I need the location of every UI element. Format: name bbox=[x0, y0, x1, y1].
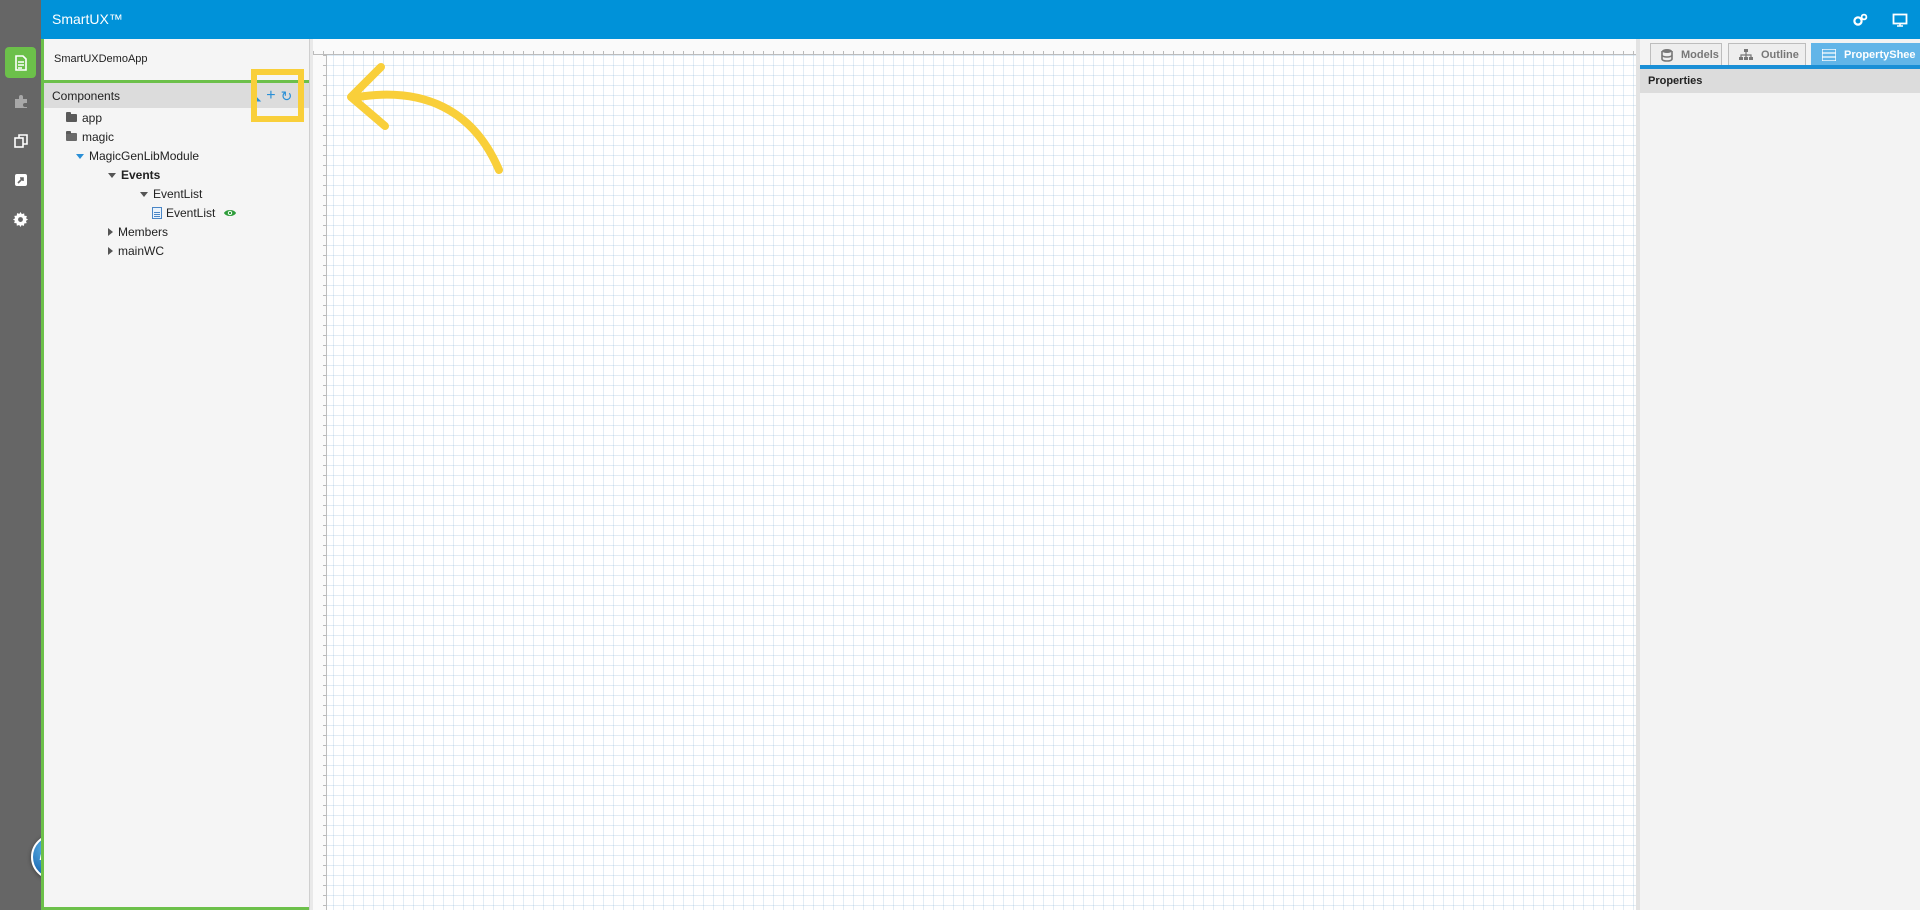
properties-title: Properties bbox=[1648, 75, 1703, 87]
tree-item-events[interactable]: Events bbox=[108, 166, 160, 184]
components-title: Components bbox=[52, 89, 121, 103]
left-rail: magic bbox=[0, 0, 77, 910]
tree-item-eventlist-folder[interactable]: EventList bbox=[140, 185, 202, 203]
folder-icon bbox=[66, 112, 77, 122]
tab-label: Outline bbox=[1761, 48, 1799, 61]
copy-icon bbox=[13, 133, 28, 148]
caret-down-icon bbox=[140, 191, 148, 197]
folder-open-icon bbox=[66, 131, 77, 141]
tab-models[interactable]: Models bbox=[1650, 43, 1722, 65]
pages-icon bbox=[14, 54, 27, 71]
tree-item-label: EventList bbox=[153, 187, 203, 201]
tree-item-label: mainWC bbox=[118, 244, 165, 258]
tree-item-app[interactable]: app bbox=[66, 109, 102, 127]
design-canvas[interactable] bbox=[313, 39, 1636, 910]
tree-item-mainwc[interactable]: mainWC bbox=[108, 242, 164, 260]
tree-item-label: EventList bbox=[166, 206, 216, 220]
properties-header: Properties bbox=[1640, 69, 1920, 93]
tree-item-label: app bbox=[82, 111, 103, 125]
tree-item-magicgenlibmodule[interactable]: MagicGenLibModule bbox=[76, 147, 199, 165]
components-panel: SmartUXDemoApp Components ◣ + ↻ app magi… bbox=[41, 39, 309, 910]
smartux-window: magic SmartUX™ SmartUXDemoApp Components… bbox=[0, 0, 1920, 910]
tree-item-label: magic bbox=[82, 130, 115, 144]
cogs-button[interactable] bbox=[1852, 12, 1868, 28]
export-icon bbox=[14, 173, 27, 186]
monitor-button[interactable] bbox=[1892, 12, 1908, 28]
rail-components-button[interactable] bbox=[5, 85, 36, 116]
rail-settings-button[interactable] bbox=[5, 204, 36, 235]
caret-right-icon bbox=[108, 247, 113, 255]
caret-right-icon bbox=[108, 228, 113, 236]
file-icon bbox=[152, 207, 162, 219]
database-icon bbox=[1661, 48, 1673, 62]
tree-item-members[interactable]: Members bbox=[108, 223, 168, 241]
top-header: SmartUX™ bbox=[41, 0, 1920, 39]
project-name: SmartUXDemoApp bbox=[54, 53, 148, 65]
caret-down-icon bbox=[76, 153, 84, 159]
list-icon bbox=[1822, 48, 1836, 61]
monitor-icon bbox=[1892, 13, 1908, 27]
app-title: SmartUX™ bbox=[52, 11, 123, 27]
tab-label: Models bbox=[1681, 48, 1719, 61]
property-tabs: Models Outline PropertyShee bbox=[1640, 43, 1920, 69]
tree-item-label: Events bbox=[121, 168, 161, 182]
eye-icon[interactable] bbox=[223, 208, 237, 218]
rail-export-button[interactable] bbox=[5, 164, 36, 195]
sitemap-icon bbox=[1739, 48, 1753, 60]
gear-icon bbox=[13, 212, 28, 227]
tab-propertysheet[interactable]: PropertyShee bbox=[1811, 43, 1920, 65]
tab-label: PropertyShee bbox=[1844, 48, 1916, 61]
rail-copy-button[interactable] bbox=[5, 125, 36, 156]
caret-down-icon bbox=[108, 172, 116, 178]
tree-item-magic[interactable]: magic bbox=[66, 128, 114, 146]
property-panel: Models Outline PropertyShee Properties bbox=[1636, 39, 1920, 910]
puzzle-icon bbox=[14, 94, 27, 108]
tree-item-eventlist-file[interactable]: EventList bbox=[152, 204, 237, 222]
cogs-icon bbox=[1853, 13, 1868, 26]
tree-item-label: Members bbox=[118, 225, 169, 239]
rail-pages-button[interactable] bbox=[5, 47, 36, 78]
highlight-box bbox=[251, 69, 304, 122]
tree-item-label: MagicGenLibModule bbox=[89, 149, 200, 163]
tab-outline[interactable]: Outline bbox=[1728, 43, 1806, 65]
annotation-arrow bbox=[347, 63, 503, 174]
